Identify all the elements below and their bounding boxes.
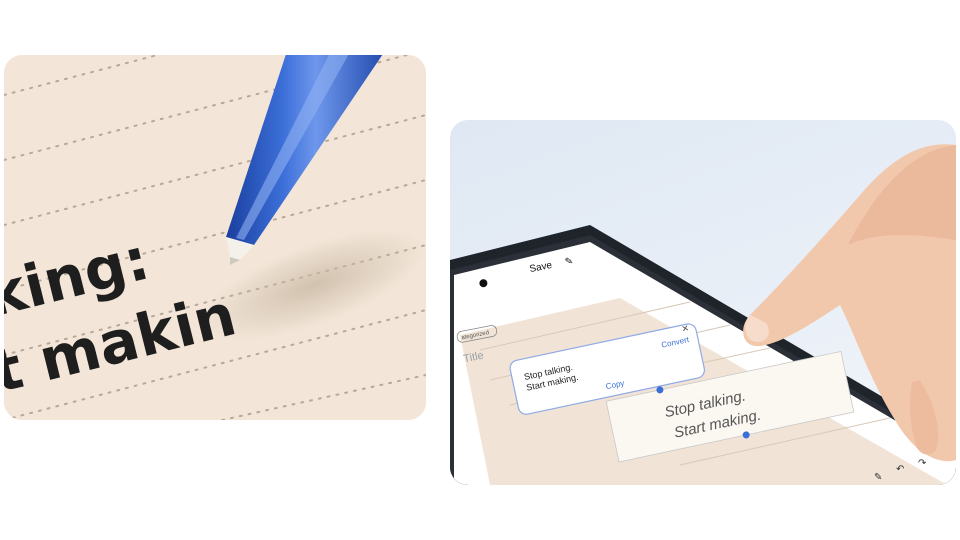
pen-writing-illustration: king: t makin [4,55,426,420]
pen-writing-photo: king: t makin [4,55,426,420]
draw-icon[interactable]: ✎ [874,472,882,483]
phone-illustration: Save ✎ ategorized Title Stop talking. St… [450,144,956,485]
undo-icon[interactable]: ↶ [896,464,904,475]
phone-conversion-photo: Save ✎ ategorized Title Stop talking. St… [450,120,956,485]
redo-icon[interactable]: ↷ [918,458,927,469]
